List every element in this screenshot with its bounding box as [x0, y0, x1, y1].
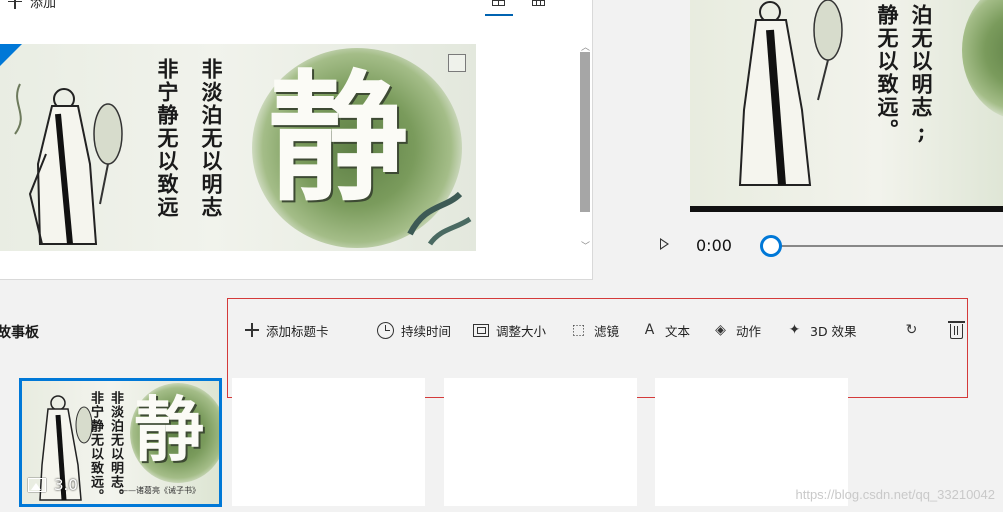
motion-button[interactable]: ◈ 动作 [712, 320, 761, 340]
clip-duration-badge: 3.0 [28, 476, 78, 494]
storyboard-panel: 故事板 添加标题卡 持续时间 调整大小 ⬚ 滤镜 A 文本 ◈ 动作 ✦ 3D … [0, 298, 1003, 512]
rotate-icon: ↻ [905, 321, 918, 338]
image-icon [28, 478, 46, 492]
poem-column-right: 非淡泊无以明志 [199, 58, 224, 219]
preview-ink-splash [962, 0, 1003, 120]
sage-figure-illustration [14, 83, 123, 245]
storyboard-empty-slot[interactable] [232, 378, 425, 506]
filters-label: 滤镜 [594, 323, 620, 339]
large-grid-view-button[interactable] [485, 0, 513, 16]
small-grid-icon [532, 0, 545, 6]
filter-icon: ⬚ [571, 321, 586, 338]
3d-effects-button[interactable]: ✦ 3D 效果 [786, 320, 857, 340]
watermark-text: https://blog.csdn.net/qq_33210042 [795, 487, 996, 502]
motion-label: 动作 [736, 323, 762, 339]
3d-effects-icon: ✦ [788, 321, 801, 338]
storyboard-title: 故事板 [0, 325, 39, 341]
text-button[interactable]: A 文本 [641, 320, 690, 340]
storyboard-empty-slot[interactable] [444, 378, 637, 506]
preview-poem-left: 静无以致远。 [875, 4, 900, 142]
poem-column-left: 非宁静无以致远 [155, 58, 180, 219]
delete-button[interactable] [948, 320, 965, 340]
small-grid-view-button[interactable] [529, 0, 549, 10]
seek-track[interactable] [771, 245, 1003, 247]
filters-button[interactable]: ⬚ 滤镜 [570, 320, 619, 340]
trash-icon [948, 321, 965, 339]
calligraphy-character: 静 [268, 57, 409, 221]
text-icon: A [644, 321, 655, 338]
library-toolbar: 添加 [0, 0, 593, 16]
add-media-button[interactable]: 添加 [8, 0, 56, 11]
playback-time: 0:00 [696, 236, 732, 255]
koi-fish-illustration [407, 191, 472, 246]
add-title-card-label: 添加标题卡 [266, 323, 329, 339]
playback-controls: 0:00 [640, 230, 1003, 264]
clip-author-line: ——诸葛亮《诫子书》 [120, 486, 200, 495]
scroll-thumb[interactable] [580, 52, 590, 212]
preview-sage-illustration [738, 0, 843, 186]
plus-icon [245, 323, 259, 337]
scroll-down-arrow-icon[interactable]: ﹀ [581, 239, 590, 252]
resize-button[interactable]: 调整大小 [473, 320, 546, 340]
plus-icon [8, 0, 22, 9]
seek-thumb[interactable] [760, 235, 782, 257]
clip-poem-left: 非宁静无以致远。 [88, 391, 103, 503]
storyboard-clip-selected[interactable]: 非淡泊无以明志。 非宁静无以致远。 静 ——诸葛亮《诫子书》 3.0 [19, 378, 222, 507]
duration-label: 持续时间 [401, 323, 452, 339]
select-checkbox[interactable] [448, 54, 466, 72]
add-title-card-button[interactable]: 添加标题卡 [245, 320, 329, 340]
media-thumbnail[interactable]: 非淡泊无以明志 非宁静无以致远 静 [0, 44, 476, 251]
preview-poem-right: 泊无以明志; [909, 4, 934, 146]
resize-icon [473, 323, 489, 337]
video-preview: 泊无以明志; 静无以致远。 [690, 0, 1003, 212]
large-grid-icon [492, 0, 505, 6]
text-label: 文本 [665, 323, 691, 339]
selected-corner-marker [0, 44, 22, 66]
library-scrollbar[interactable]: ︿ ﹀ [579, 40, 591, 252]
3d-effects-label: 3D 效果 [810, 323, 857, 339]
duration-button[interactable]: 持续时间 [377, 320, 451, 340]
clip-calligraphy-character: 静 [134, 388, 204, 471]
add-media-label: 添加 [30, 0, 57, 11]
media-library-panel: 添加 非淡泊无以明志 非宁静无以致远 静 ︿ ﹀ [0, 0, 593, 280]
resize-label: 调整大小 [496, 323, 547, 339]
rotate-button[interactable]: ↻ [903, 320, 920, 340]
motion-icon: ◈ [715, 321, 726, 338]
play-icon[interactable] [660, 238, 669, 250]
clock-icon [377, 321, 394, 339]
clip-duration: 3.0 [54, 476, 78, 494]
